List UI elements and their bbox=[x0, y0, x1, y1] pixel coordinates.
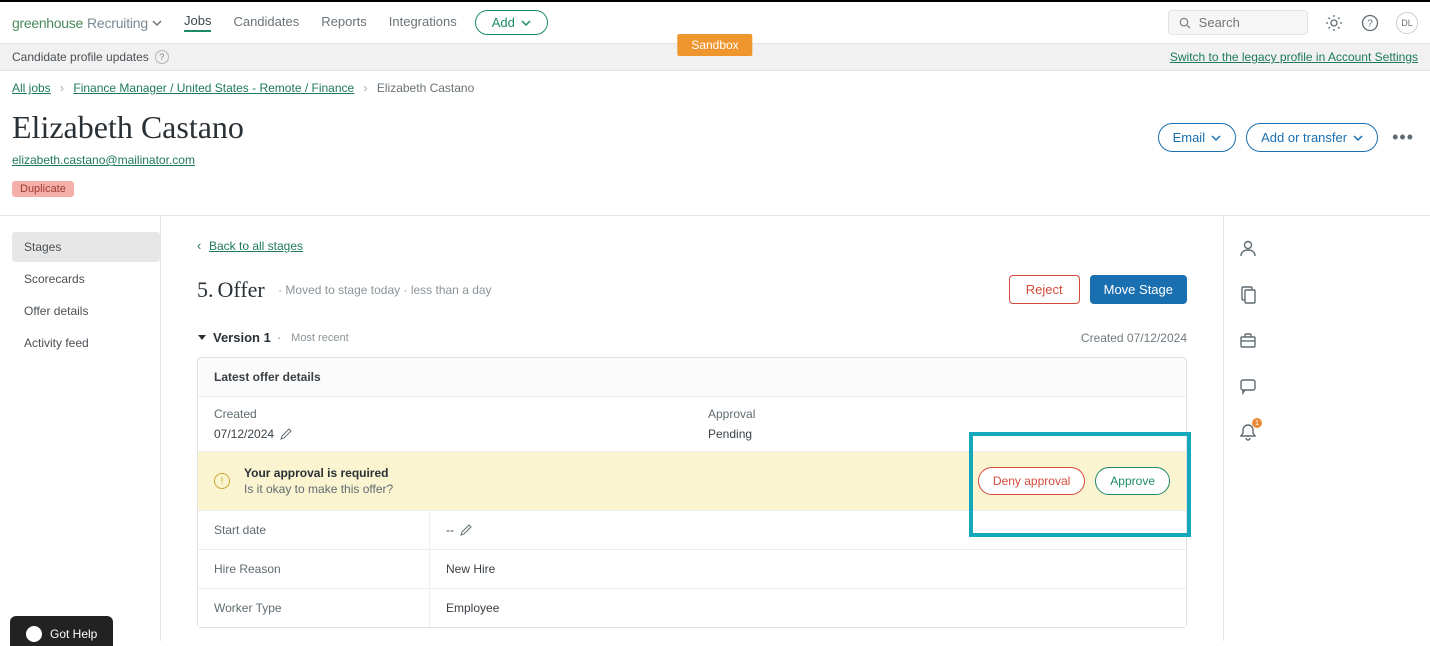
settings-button[interactable] bbox=[1324, 13, 1344, 33]
breadcrumb-current: Elizabeth Castano bbox=[377, 81, 474, 95]
documents-icon[interactable] bbox=[1238, 284, 1258, 304]
help-button[interactable]: ? bbox=[1360, 13, 1380, 33]
move-stage-button[interactable]: Move Stage bbox=[1090, 275, 1187, 304]
add-transfer-button[interactable]: Add or transfer bbox=[1246, 123, 1378, 152]
approval-banner: ! Your approval is required Is it okay t… bbox=[198, 451, 1186, 510]
worker-type-value: Employee bbox=[446, 601, 499, 615]
brand-logo[interactable]: greenhouse Recruiting bbox=[12, 15, 162, 31]
deny-approval-button[interactable]: Deny approval bbox=[978, 467, 1085, 495]
update-label: Candidate profile updates bbox=[12, 50, 149, 64]
help-icon: ? bbox=[1361, 14, 1379, 32]
notification-badge: 1 bbox=[1252, 418, 1262, 428]
person-icon[interactable] bbox=[1238, 238, 1258, 258]
chat-icon[interactable] bbox=[1238, 376, 1258, 396]
gear-icon bbox=[1325, 14, 1343, 32]
email-button[interactable]: Email bbox=[1158, 123, 1237, 152]
chevron-down-icon bbox=[1353, 133, 1363, 143]
brand-grey: Recruiting bbox=[87, 15, 148, 31]
search-box[interactable] bbox=[1168, 10, 1308, 35]
edit-icon[interactable] bbox=[280, 428, 292, 440]
start-date-label: Start date bbox=[198, 511, 430, 549]
legacy-profile-link[interactable]: Switch to the legacy profile in Account … bbox=[1170, 50, 1418, 64]
help-widget-label: Got Help bbox=[50, 627, 97, 641]
search-icon bbox=[1179, 16, 1191, 30]
created-value: 07/12/2024 bbox=[214, 427, 274, 441]
stage-number: 5. bbox=[197, 277, 214, 303]
back-to-stages-link[interactable]: Back to all stages bbox=[209, 239, 303, 253]
hire-reason-value: New Hire bbox=[446, 562, 495, 576]
nav-jobs[interactable]: Jobs bbox=[184, 13, 211, 32]
add-button[interactable]: Add bbox=[475, 10, 548, 35]
nav-candidates[interactable]: Candidates bbox=[233, 14, 299, 31]
help-widget-icon bbox=[26, 626, 42, 642]
most-recent-label: Most recent bbox=[291, 332, 348, 344]
stage-meta: · Moved to stage today · less than a day bbox=[275, 283, 492, 297]
nav-reports[interactable]: Reports bbox=[321, 14, 367, 31]
reject-button[interactable]: Reject bbox=[1009, 275, 1080, 304]
stage-name: Offer bbox=[218, 277, 265, 303]
info-icon[interactable]: ? bbox=[155, 50, 169, 64]
offer-card-title: Latest offer details bbox=[198, 358, 1186, 396]
chevron-left-icon: ‹ bbox=[197, 238, 201, 253]
candidate-name: Elizabeth Castano bbox=[12, 109, 244, 146]
edit-icon[interactable] bbox=[460, 524, 472, 536]
search-input[interactable] bbox=[1199, 15, 1297, 30]
offer-card: Latest offer details Created 07/12/2024 … bbox=[197, 357, 1187, 628]
sidebar-item-scorecards[interactable]: Scorecards bbox=[12, 264, 160, 294]
right-rail: 1 bbox=[1224, 216, 1272, 641]
breadcrumb-sep: › bbox=[60, 81, 64, 95]
sandbox-badge: Sandbox bbox=[677, 34, 752, 56]
user-avatar[interactable]: DL bbox=[1396, 12, 1418, 34]
notifications-icon[interactable]: 1 bbox=[1238, 422, 1258, 442]
breadcrumb: All jobs › Finance Manager / United Stat… bbox=[0, 71, 1430, 103]
chevron-down-icon bbox=[521, 18, 531, 28]
breadcrumb-all-jobs[interactable]: All jobs bbox=[12, 81, 51, 95]
breadcrumb-job[interactable]: Finance Manager / United States - Remote… bbox=[73, 81, 354, 95]
approve-button[interactable]: Approve bbox=[1095, 467, 1170, 495]
version-label: Version 1 bbox=[213, 330, 271, 345]
nav-integrations[interactable]: Integrations bbox=[389, 14, 457, 31]
svg-text:?: ? bbox=[1367, 18, 1373, 29]
banner-title: Your approval is required bbox=[244, 466, 393, 480]
help-widget[interactable]: Got Help bbox=[10, 616, 113, 646]
hire-reason-label: Hire Reason bbox=[198, 550, 430, 588]
transfer-label: Add or transfer bbox=[1261, 130, 1347, 145]
version-toggle[interactable]: Version 1 bbox=[197, 330, 271, 345]
sidebar-item-offer-details[interactable]: Offer details bbox=[12, 296, 160, 326]
approval-value: Pending bbox=[708, 427, 752, 441]
worker-type-label: Worker Type bbox=[198, 589, 430, 627]
more-actions-button[interactable]: ••• bbox=[1388, 127, 1418, 148]
left-sidebar: Stages Scorecards Offer details Activity… bbox=[0, 216, 160, 641]
breadcrumb-sep: › bbox=[364, 81, 368, 95]
version-created: Created 07/12/2024 bbox=[1081, 331, 1187, 345]
chevron-down-icon bbox=[1211, 133, 1221, 143]
add-label: Add bbox=[492, 15, 515, 30]
banner-subtitle: Is it okay to make this offer? bbox=[244, 482, 393, 496]
brand-green: greenhouse bbox=[12, 15, 83, 31]
created-label: Created bbox=[214, 407, 676, 421]
duplicate-badge: Duplicate bbox=[12, 181, 74, 197]
approval-label: Approval bbox=[708, 407, 1170, 421]
caret-down-icon bbox=[197, 333, 207, 343]
warning-icon: ! bbox=[214, 473, 230, 489]
sidebar-item-activity[interactable]: Activity feed bbox=[12, 328, 160, 358]
briefcase-icon[interactable] bbox=[1238, 330, 1258, 350]
email-label: Email bbox=[1173, 130, 1206, 145]
start-date-value: -- bbox=[446, 523, 454, 537]
candidate-email[interactable]: elizabeth.castano@mailinator.com bbox=[12, 153, 195, 167]
chevron-down-icon bbox=[152, 18, 162, 28]
sidebar-item-stages[interactable]: Stages bbox=[12, 232, 160, 262]
